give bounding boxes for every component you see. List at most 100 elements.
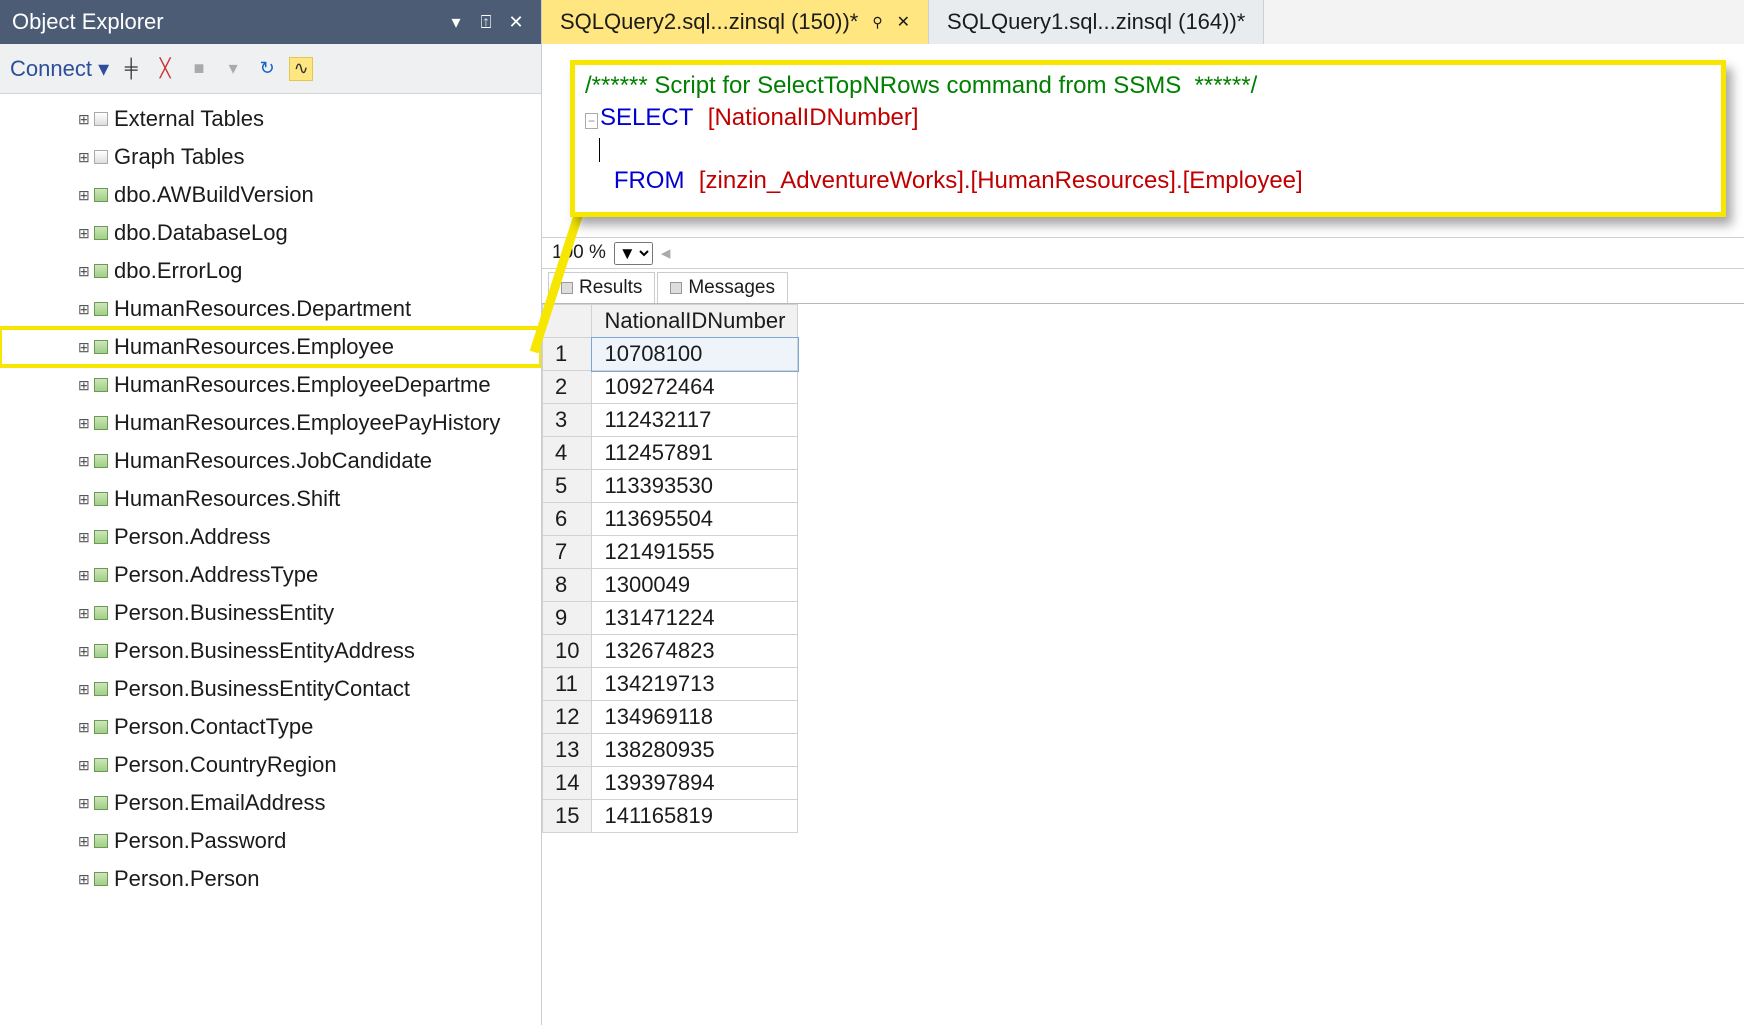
expand-icon[interactable]: ⊞ [78, 643, 90, 660]
document-tabs: SQLQuery2.sql...zinsql (150))*⚲✕SQLQuery… [542, 0, 1744, 44]
table-row[interactable]: 4112457891 [543, 437, 798, 470]
cell[interactable]: 139397894 [592, 767, 798, 800]
expand-icon[interactable]: ⊞ [78, 301, 90, 318]
stop-icon[interactable]: ■ [187, 57, 211, 81]
cell[interactable]: 109272464 [592, 371, 798, 404]
table-row[interactable]: 81300049 [543, 569, 798, 602]
expand-icon[interactable]: ⊞ [78, 529, 90, 546]
table-row[interactable]: 6113695504 [543, 503, 798, 536]
cell[interactable]: 141165819 [592, 800, 798, 833]
close-icon[interactable]: ✕ [503, 12, 529, 33]
tree-item[interactable]: ⊞ HumanResources.Employee [0, 328, 541, 366]
table-row[interactable]: 11134219713 [543, 668, 798, 701]
tree-item[interactable]: ⊞External Tables [0, 100, 541, 138]
table-row[interactable]: 3112432117 [543, 404, 798, 437]
table-row[interactable]: 12134969118 [543, 701, 798, 734]
results-grid[interactable]: NationalIDNumber 11070810021092724643112… [542, 303, 1744, 1025]
cell[interactable]: 113695504 [592, 503, 798, 536]
table-row[interactable]: 9131471224 [543, 602, 798, 635]
dropdown-icon[interactable]: ▾ [443, 12, 469, 33]
tree-item[interactable]: ⊞Person.BusinessEntityAddress [0, 632, 541, 670]
cell[interactable]: 134969118 [592, 701, 798, 734]
zoom-select[interactable]: ▼ [614, 242, 653, 265]
cell[interactable]: 121491555 [592, 536, 798, 569]
expand-icon[interactable]: ⊞ [78, 795, 90, 812]
tree-item[interactable]: ⊞HumanResources.JobCandidate [0, 442, 541, 480]
expand-icon[interactable]: ⊞ [78, 719, 90, 736]
expand-icon[interactable]: ⊞ [78, 833, 90, 850]
expand-icon[interactable]: ⊞ [78, 681, 90, 698]
activity-monitor-icon[interactable]: ∿ [289, 57, 313, 81]
tree-item-label: HumanResources.Employee [114, 334, 394, 360]
tree-item[interactable]: ⊞Person.Person [0, 860, 541, 898]
expand-icon[interactable]: ⊞ [78, 225, 90, 242]
results-tab[interactable]: Results [548, 272, 655, 303]
expand-icon[interactable]: ⊞ [78, 263, 90, 280]
tree-item[interactable]: ⊞ Person.CountryRegion [0, 746, 541, 784]
tree-item[interactable]: ⊞dbo.ErrorLog [0, 252, 541, 290]
tree-item[interactable]: ⊞Person.AddressType [0, 556, 541, 594]
tree-item[interactable]: ⊞Person.EmailAddress [0, 784, 541, 822]
column-header[interactable]: NationalIDNumber [592, 305, 798, 338]
expand-icon[interactable]: ⊞ [78, 871, 90, 888]
pin-icon[interactable]: ⍐ [473, 12, 499, 33]
cell[interactable]: 112432117 [592, 404, 798, 437]
collapse-icon[interactable]: − [585, 113, 598, 129]
disconnect-icon[interactable]: ╳ [153, 57, 177, 81]
cell[interactable]: 10708100 [592, 338, 798, 371]
cell[interactable]: 134219713 [592, 668, 798, 701]
table-row[interactable]: 2109272464 [543, 371, 798, 404]
expand-icon[interactable]: ⊞ [78, 415, 90, 432]
expand-icon[interactable]: ⊞ [78, 377, 90, 394]
expand-icon[interactable]: ⊞ [78, 491, 90, 508]
table-row[interactable]: 14139397894 [543, 767, 798, 800]
table-row[interactable]: 15141165819 [543, 800, 798, 833]
tree-item[interactable]: ⊞Person.BusinessEntityContact [0, 670, 541, 708]
document-tab[interactable]: SQLQuery1.sql...zinsql (164))* [929, 0, 1264, 44]
filter-icon[interactable]: ▾ [221, 57, 245, 81]
document-tab[interactable]: SQLQuery2.sql...zinsql (150))*⚲✕ [542, 0, 929, 44]
tab-close-icon[interactable]: ✕ [897, 12, 910, 32]
cell[interactable]: 132674823 [592, 635, 798, 668]
tree-item[interactable]: ⊞Person.Password [0, 822, 541, 860]
table-row[interactable]: 5113393530 [543, 470, 798, 503]
tree-item[interactable]: ⊞Person.BusinessEntity [0, 594, 541, 632]
expand-icon[interactable]: ⊞ [78, 567, 90, 584]
sql-editor[interactable]: /****** Script for SelectTopNRows comman… [570, 60, 1726, 217]
tree-item[interactable]: ⊞Person.Address [0, 518, 541, 556]
connect-icon[interactable]: ╪ [119, 57, 143, 81]
tree-item[interactable]: ⊞HumanResources.EmployeePayHistory [0, 404, 541, 442]
expand-icon[interactable]: ⊞ [78, 187, 90, 204]
tree-item[interactable]: ⊞dbo.AWBuildVersion [0, 176, 541, 214]
table-row[interactable]: 110708100 [543, 338, 798, 371]
tree-item[interactable]: ⊞Graph Tables [0, 138, 541, 176]
cell[interactable]: 138280935 [592, 734, 798, 767]
expand-icon[interactable]: ⊞ [78, 339, 90, 356]
cell[interactable]: 112457891 [592, 437, 798, 470]
expand-icon[interactable]: ⊞ [78, 757, 90, 774]
expand-icon[interactable]: ⊞ [78, 111, 90, 128]
connect-button[interactable]: Connect ▾ [10, 56, 109, 82]
tree-item[interactable]: ⊞dbo.DatabaseLog [0, 214, 541, 252]
object-explorer-tree[interactable]: ⊞External Tables⊞Graph Tables⊞dbo.AWBuil… [0, 94, 541, 1025]
tree-item[interactable]: ⊞HumanResources.Shift [0, 480, 541, 518]
table-row[interactable]: 10132674823 [543, 635, 798, 668]
table-row[interactable]: 13138280935 [543, 734, 798, 767]
expand-icon[interactable]: ⊞ [78, 453, 90, 470]
tree-item-label: Person.CountryRegion [114, 752, 337, 778]
cell[interactable]: 1300049 [592, 569, 798, 602]
table-row[interactable]: 7121491555 [543, 536, 798, 569]
cell[interactable]: 131471224 [592, 602, 798, 635]
tree-item[interactable]: ⊞ Person.ContactType [0, 708, 541, 746]
expand-icon[interactable]: ⊞ [78, 149, 90, 166]
messages-tab[interactable]: Messages [657, 272, 788, 303]
cell[interactable]: 113393530 [592, 470, 798, 503]
pin-icon[interactable]: ⚲ [872, 14, 882, 31]
tree-item-label: Person.ContactType [114, 714, 313, 740]
tree-item[interactable]: ⊞HumanResources.Department [0, 290, 541, 328]
scroll-left-icon[interactable]: ◂ [661, 242, 671, 265]
refresh-icon[interactable]: ↻ [255, 57, 279, 81]
object-explorer-title: Object Explorer [12, 9, 164, 35]
tree-item[interactable]: ⊞HumanResources.EmployeeDepartme [0, 366, 541, 404]
expand-icon[interactable]: ⊞ [78, 605, 90, 622]
